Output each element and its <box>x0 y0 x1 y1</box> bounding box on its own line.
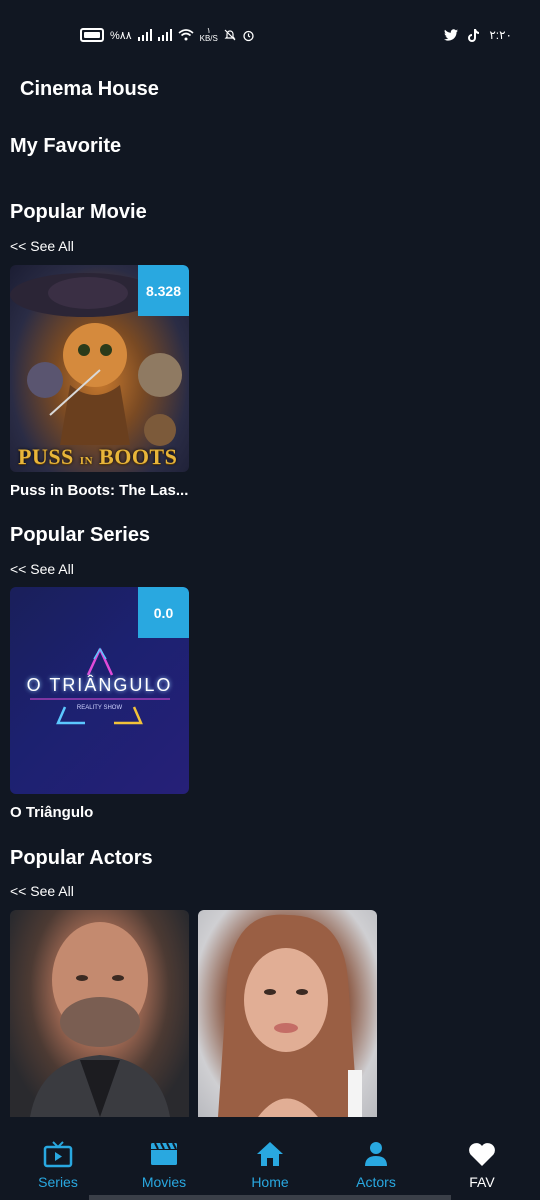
rating-badge: 0.0 <box>138 587 189 638</box>
battery-icon <box>80 28 104 42</box>
nav-label-home: Home <box>251 1174 289 1190</box>
see-all-movies-link[interactable]: << See All <box>10 238 74 254</box>
system-gesture-bar[interactable] <box>89 1195 451 1200</box>
home-icon <box>257 1142 283 1166</box>
nav-item-movies[interactable]: Movies <box>119 1140 209 1190</box>
nav-item-home[interactable]: Home <box>225 1140 315 1190</box>
network-speed-unit: KB/S <box>199 34 218 43</box>
alarm-icon <box>243 30 254 41</box>
series-poster-subtext: REALITY SHOW <box>76 705 123 711</box>
clapperboard-icon <box>151 1142 177 1165</box>
status-icons-right: ٢:٢٠ <box>444 26 512 44</box>
bell-off-icon <box>224 29 236 41</box>
nav-label-series: Series <box>38 1174 78 1190</box>
nav-label-movies: Movies <box>141 1174 187 1190</box>
bottom-navigation: Series Movies Home Actors FAV <box>0 1128 540 1200</box>
movie-card[interactable]: PUSS IN BOOTS 8.328 <box>10 265 189 472</box>
nav-label-actors: Actors <box>356 1174 396 1190</box>
status-icons-left: %٨٨ ١ KB/S <box>80 26 255 44</box>
tv-icon <box>43 1141 73 1168</box>
actor-card[interactable] <box>198 910 377 1117</box>
poster-logo-word-1: PUSS <box>18 444 74 469</box>
twitter-icon <box>444 29 459 41</box>
movie-title[interactable]: Puss in Boots: The Las... <box>10 482 190 499</box>
signal-icon <box>137 29 152 41</box>
section-title-popular-movie: Popular Movie <box>10 201 147 223</box>
series-title[interactable]: O Triângulo <box>10 804 190 821</box>
poster-logo-word-3: BOOTS <box>99 444 178 469</box>
section-title-my-favorite: My Favorite <box>10 135 122 157</box>
rating-badge: 8.328 <box>138 265 189 316</box>
nav-item-actors[interactable]: Actors <box>331 1140 421 1190</box>
battery-percentage: %٨٨ <box>110 29 132 42</box>
series-poster-logo: O TRIÂNGULO <box>26 675 173 695</box>
nav-label-fav: FAV <box>469 1174 495 1190</box>
heart-icon <box>469 1142 495 1166</box>
nav-item-fav[interactable]: FAV <box>437 1140 527 1190</box>
tiktok-icon <box>468 28 480 42</box>
app-title: Cinema House <box>20 78 159 100</box>
movie-poster-logo: PUSS IN BOOTS <box>18 444 177 470</box>
network-speed: ١ KB/S <box>200 27 218 43</box>
actor-photo <box>30 922 170 1117</box>
signal-icon-2 <box>157 29 172 41</box>
series-card[interactable]: O TRIÂNGULO REALITY SHOW 0.0 <box>10 587 189 794</box>
clock: ٢:٢٠ <box>489 28 512 42</box>
see-all-actors-link[interactable]: << See All <box>10 883 74 899</box>
wifi-icon <box>178 29 194 41</box>
section-title-popular-actors: Popular Actors <box>10 847 153 869</box>
actor-photo <box>218 914 362 1117</box>
section-title-popular-series: Popular Series <box>10 524 151 546</box>
nav-item-series[interactable]: Series <box>13 1140 103 1190</box>
poster-logo-word-2: IN <box>79 455 94 467</box>
actor-card[interactable] <box>10 910 189 1117</box>
see-all-series-link[interactable]: << See All <box>10 561 74 577</box>
status-bar: %٨٨ ١ KB/S ٢:٢٠ <box>0 0 540 70</box>
person-icon <box>365 1142 387 1166</box>
